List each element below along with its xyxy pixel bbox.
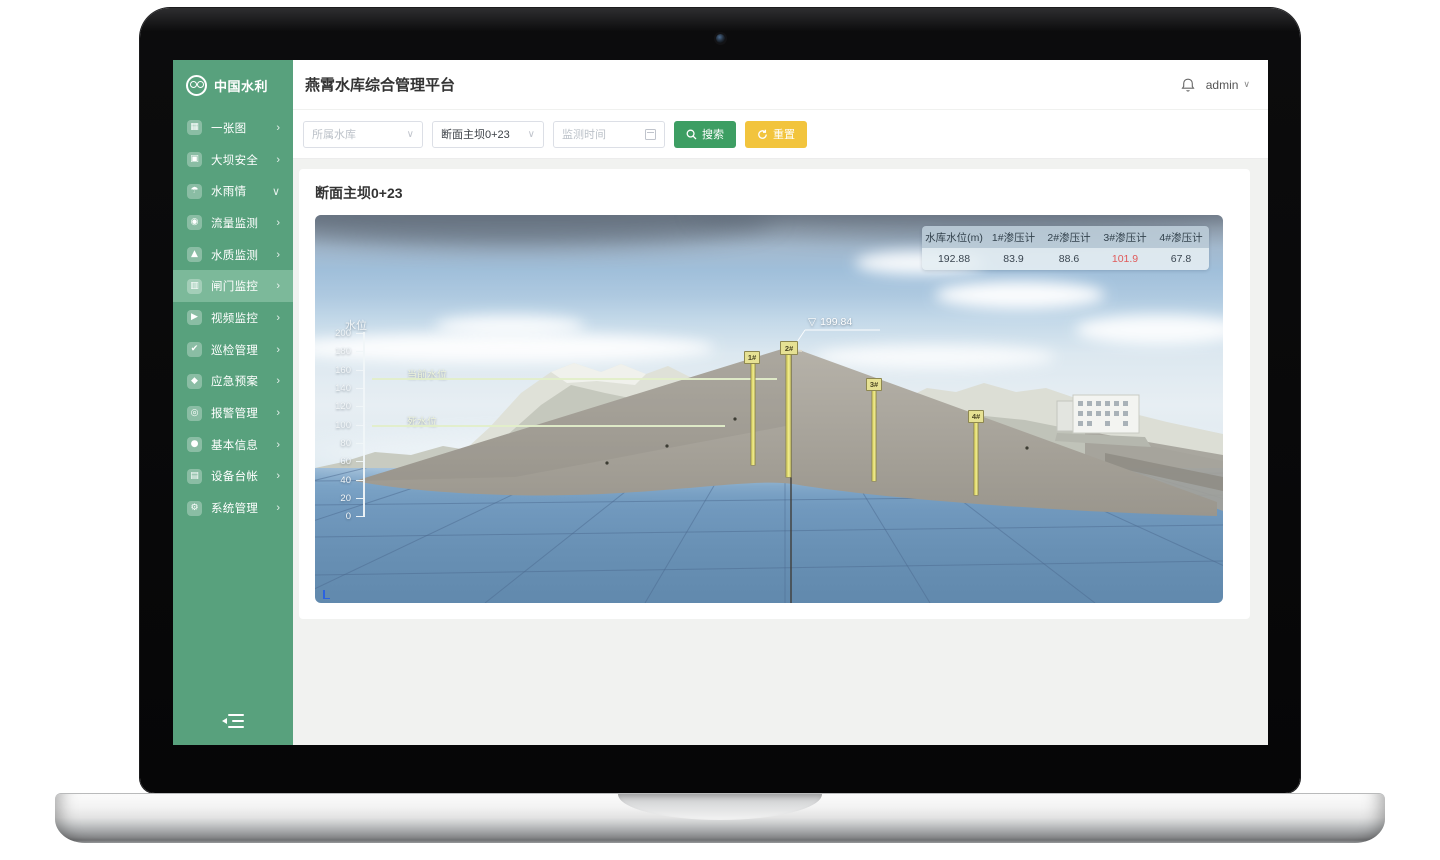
piezometer-2-tag[interactable]: 2# <box>780 341 798 355</box>
piezometer-4-tag[interactable]: 4# <box>968 410 984 423</box>
reservoir-select[interactable]: 所属水库 ∨ <box>303 121 423 148</box>
settings-gear-icon: ⚙ <box>187 501 202 516</box>
laptop-base <box>55 793 1385 843</box>
flow-monitor-icon: ◉ <box>187 215 202 230</box>
chevron-down-icon: ∨ <box>407 129 414 140</box>
dam-3d-viewport[interactable]: 水位 200 180 160 140 120 100 80 60 40 20 0 <box>315 215 1223 603</box>
search-icon <box>686 129 697 140</box>
emergency-plan-icon: ◆ <box>187 374 202 389</box>
refresh-icon <box>757 129 768 140</box>
chevron-right-icon: › <box>276 439 280 451</box>
section-panel: 断面主坝0+23 <box>299 169 1250 619</box>
sidebar: 中国水利 ▦ 一张图 › ▣ 大坝安全 › ☂ 水雨情 ∨ <box>173 60 293 745</box>
chevron-right-icon: › <box>276 502 280 514</box>
chevron-down-icon: ∨ <box>528 129 535 140</box>
dam-safety-icon: ▣ <box>187 152 202 167</box>
gate-monitor-icon: ▥ <box>187 279 202 294</box>
chevron-down-icon: ∨ <box>272 185 280 198</box>
water-rain-icon: ☂ <box>187 184 202 199</box>
top-header: 燕霄水库综合管理平台 admin ∨ <box>293 60 1268 110</box>
piezometer-3-bar <box>872 391 876 481</box>
sidebar-item-emergency-plan[interactable]: ◆ 应急预案 › <box>173 366 293 398</box>
brand-logo-icon <box>186 75 207 96</box>
calendar-icon <box>645 129 656 140</box>
triangle-down-icon: ▽ <box>808 316 816 328</box>
sidebar-item-dam-safety[interactable]: ▣ 大坝安全 › <box>173 144 293 176</box>
collapse-sidebar-icon[interactable] <box>222 713 244 729</box>
sidebar-item-water-quality[interactable]: ▲ 水质监测 › <box>173 239 293 271</box>
inspection-icon: ✔ <box>187 342 202 357</box>
webcam-dot <box>716 34 725 43</box>
sidebar-item-flow-monitor[interactable]: ◉ 流量监测 › <box>173 207 293 239</box>
crest-leader-line <box>791 330 880 351</box>
piezometer-readings-table: 水库水位(m) 1#渗压计 2#渗压计 3#渗压计 4#渗压计 192.88 8… <box>922 226 1209 270</box>
alarm-icon: ◎ <box>187 406 202 421</box>
chevron-right-icon: › <box>276 122 280 134</box>
ledger-icon: ▤ <box>187 469 202 484</box>
scene-axis-gizmo <box>322 590 330 599</box>
laptop-screen-bezel: 中国水利 ▦ 一张图 › ▣ 大坝安全 › ☂ 水雨情 ∨ <box>140 8 1300 793</box>
notification-bell-icon[interactable] <box>1180 77 1196 93</box>
chevron-right-icon: › <box>276 217 280 229</box>
sidebar-item-one-map[interactable]: ▦ 一张图 › <box>173 112 293 144</box>
sidebar-item-video-monitor[interactable]: ▶ 视频监控 › <box>173 302 293 334</box>
reset-button[interactable]: 重置 <box>745 121 807 148</box>
current-level-line <box>372 378 777 380</box>
piezometer-3-tag[interactable]: 3# <box>866 378 882 391</box>
sidebar-nav: ▦ 一张图 › ▣ 大坝安全 › ☂ 水雨情 ∨ ◉ 流量监测 › <box>173 112 293 524</box>
sidebar-item-alarm-mgmt[interactable]: ◎ 报警管理 › <box>173 397 293 429</box>
app-window: 中国水利 ▦ 一张图 › ▣ 大坝安全 › ☂ 水雨情 ∨ <box>173 60 1268 745</box>
search-button[interactable]: 搜索 <box>674 121 736 148</box>
brand-name: 中国水利 <box>214 76 268 95</box>
alert-value: 101.9 <box>1097 248 1153 270</box>
monitor-time-input[interactable]: 监测时间 <box>553 121 665 148</box>
chevron-right-icon: › <box>276 470 280 482</box>
chevron-right-icon: › <box>276 344 280 356</box>
piezometer-1-tag[interactable]: 1# <box>744 351 760 364</box>
section-select[interactable]: 断面主坝0+23 ∨ <box>432 121 544 148</box>
filter-bar: 所属水库 ∨ 断面主坝0+23 ∨ 监测时间 搜索 重置 <box>293 110 1268 159</box>
building <box>1055 395 1151 447</box>
chevron-down-icon: ∨ <box>1243 79 1250 90</box>
video-monitor-icon: ▶ <box>187 310 202 325</box>
piezometer-4-bar <box>974 423 978 495</box>
sidebar-item-basic-info[interactable]: ● 基本信息 › <box>173 429 293 461</box>
dead-level-line <box>372 425 725 427</box>
table-value-row: 192.88 83.9 88.6 101.9 67.8 <box>922 248 1209 270</box>
piezometer-1-bar <box>751 363 755 465</box>
chevron-right-icon: › <box>276 407 280 419</box>
page-title: 燕霄水库综合管理平台 <box>305 74 1180 95</box>
chevron-right-icon: › <box>276 249 280 261</box>
sidebar-item-system-mgmt[interactable]: ⚙ 系统管理 › <box>173 492 293 524</box>
one-map-icon: ▦ <box>187 120 202 135</box>
water-quality-icon: ▲ <box>187 247 202 262</box>
info-icon: ● <box>187 437 202 452</box>
panel-title: 断面主坝0+23 <box>315 183 1234 203</box>
crest-elevation-annotation: ▽ 199.84 <box>808 316 852 328</box>
main-area: 燕霄水库综合管理平台 admin ∨ 所属水库 ∨ 断面主 <box>293 60 1268 745</box>
table-header-row: 水库水位(m) 1#渗压计 2#渗压计 3#渗压计 4#渗压计 <box>922 226 1209 248</box>
sidebar-item-gate-monitor[interactable]: ▥ 闸门监控 › <box>173 270 293 302</box>
sidebar-item-water-rain[interactable]: ☂ 水雨情 ∨ <box>173 175 293 207</box>
piezometer-2-bar <box>786 355 791 477</box>
laptop-thumb-notch <box>618 794 822 820</box>
sidebar-item-equipment-ledger[interactable]: ▤ 设备台帐 › <box>173 461 293 493</box>
brand: 中国水利 <box>173 60 293 110</box>
chevron-right-icon: › <box>276 280 280 292</box>
chevron-right-icon: › <box>276 312 280 324</box>
sidebar-item-inspection[interactable]: ✔ 巡检管理 › <box>173 334 293 366</box>
chevron-right-icon: › <box>276 375 280 387</box>
user-menu[interactable]: admin ∨ <box>1206 78 1250 92</box>
terrain-layers <box>315 215 1223 603</box>
chevron-right-icon: › <box>276 154 280 166</box>
username: admin <box>1206 78 1239 92</box>
